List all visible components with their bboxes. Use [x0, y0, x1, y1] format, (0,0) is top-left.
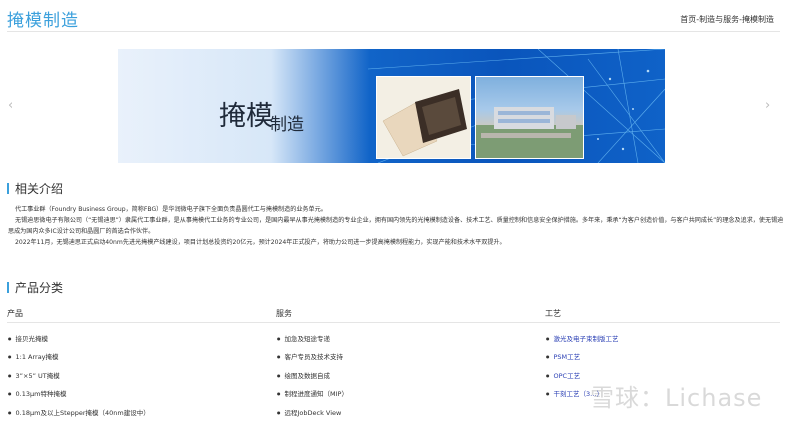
column-title-process: 工艺 — [545, 309, 561, 318]
carousel-indicators — [386, 153, 402, 163]
list-item: 客户专员及技术支持 — [277, 348, 348, 366]
intro-heading: 相关介绍 — [7, 180, 63, 197]
intro-paragraph-2: 无锡迪思微电子有限公司（“无锡迪思”）隶属代工事业群，是从事掩模代工业务的专业公… — [8, 217, 784, 235]
watermark: 雪球：Lichase — [590, 384, 763, 412]
intro-heading-text: 相关介绍 — [15, 182, 64, 196]
breadcrumb-manufacturing[interactable]: -制造与服务 — [696, 14, 739, 25]
column-title-services: 服务 — [276, 309, 292, 318]
page-title: 掩模制造 — [7, 11, 79, 31]
list-item: 远程JobDeck View — [277, 404, 348, 422]
breadcrumb: 首页-制造与服务-掩模制造 — [680, 14, 774, 25]
products-list: 接贝光掩模 1:1 Array掩模 3”×5” UT掩模 0.13μm特种掩模 … — [8, 330, 150, 422]
banner-subheading: 制造 — [270, 115, 304, 135]
process-link[interactable]: PSM工艺 — [546, 348, 619, 366]
banner-carousel: 掩模 制造 — [118, 49, 665, 163]
heading-accent-bar — [7, 282, 9, 293]
carousel-prev-icon[interactable]: ‹ — [8, 98, 13, 113]
banner-heading: 掩模 — [219, 101, 273, 132]
column-title-products: 产品 — [7, 309, 23, 318]
process-link[interactable]: 激光及电子束制版工艺 — [546, 330, 619, 348]
list-item: 0.13μm特种掩模 — [8, 385, 150, 403]
intro-paragraph-3: 2022年11月，无锡迪思正式启动40nm先进光掩模产线建设，项目计划总投资约2… — [15, 239, 506, 246]
services-list: 加急及短途专递 客户专员及技术支持 绘图及数据自成 制程进度通知（MIP） 远程… — [277, 330, 348, 422]
list-item: 1:1 Array掩模 — [8, 348, 150, 366]
list-item: 3”×5” UT掩模 — [8, 367, 150, 385]
list-item: 绘图及数据自成 — [277, 367, 348, 385]
list-item: 加急及短途专递 — [277, 330, 348, 348]
breadcrumb-current: -掩模制造 — [739, 15, 774, 24]
photomask-photo — [376, 76, 471, 159]
header-divider — [7, 31, 780, 32]
heading-accent-bar — [7, 183, 9, 194]
products-heading-text: 产品分类 — [15, 281, 64, 295]
list-item: 制程进度通知（MIP） — [277, 385, 348, 403]
list-item: 接贝光掩模 — [8, 330, 150, 348]
list-item: 0.18μm及以上Stepper掩模（40nm建设中） — [8, 404, 150, 422]
intro-paragraph-1: 代工事业群（Foundry Business Group，简称FBG）是华润微电… — [15, 206, 327, 213]
breadcrumb-home[interactable]: 首页 — [680, 14, 696, 25]
factory-photo — [475, 76, 584, 159]
products-heading: 产品分类 — [7, 279, 63, 296]
carousel-next-icon[interactable]: › — [765, 98, 770, 113]
products-divider — [7, 322, 780, 323]
